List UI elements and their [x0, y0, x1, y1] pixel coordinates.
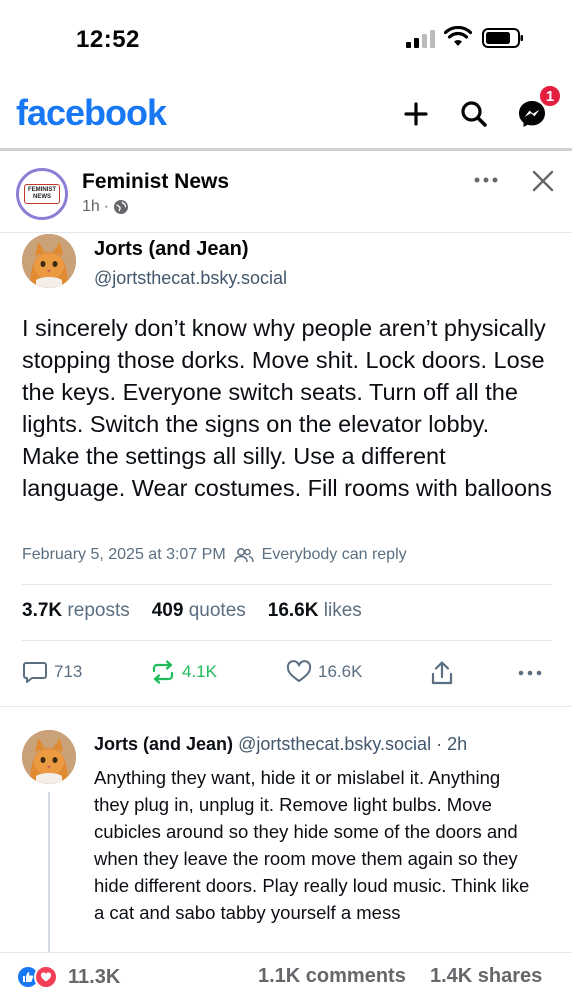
cellular-signal-icon [406, 30, 435, 48]
post-header: FEMINIST NEWS Feminist News 1h · [0, 152, 572, 230]
meta-separator: · [103, 198, 110, 215]
reactions-count: 11.3K [68, 965, 121, 988]
reaction-icons [16, 965, 62, 989]
reply-author-row: Jorts (and Jean) @jortsthecat.bsky.socia… [94, 734, 467, 755]
header-divider [0, 148, 572, 151]
facebook-logo[interactable]: facebook [16, 92, 167, 134]
cat-avatar-image [22, 234, 76, 288]
like-count: 16.6K [318, 662, 363, 681]
status-time: 12:52 [76, 26, 140, 53]
reply-author-name: Jorts (and Jean) [94, 734, 234, 754]
page-name[interactable]: Feminist News [82, 170, 229, 194]
repost-action[interactable]: 4.1K [150, 660, 217, 684]
like-action[interactable]: 16.6K [286, 660, 362, 684]
close-icon [532, 170, 554, 192]
stats-top-divider [22, 584, 552, 585]
author-name: Jorts (and Jean) [94, 238, 249, 260]
author-handle: @jortsthecat.bsky.social [94, 268, 288, 288]
cat-avatar-image [22, 730, 76, 784]
search-button[interactable] [456, 96, 492, 132]
search-icon [461, 101, 487, 127]
card-top-divider [0, 232, 572, 233]
reply-handle-time: @jortsthecat.bsky.social · 2h [238, 734, 468, 754]
close-button[interactable] [528, 166, 558, 196]
create-button[interactable] [398, 96, 434, 132]
reply-action[interactable]: 713 [22, 660, 82, 684]
reposts-label: reposts [67, 600, 130, 621]
comments-count[interactable]: 1.1K comments [258, 965, 406, 988]
reply-body: Anything they want, hide it or mislabel … [94, 767, 530, 923]
heart-icon [286, 660, 312, 682]
reply-author-avatar[interactable] [22, 730, 76, 784]
post-body: I sincerely don’t know why people aren’t… [22, 315, 552, 501]
app-header: facebook [0, 84, 572, 148]
reposts-stat: 3.7K reposts [22, 600, 130, 622]
more-icon [518, 670, 542, 676]
post-actions: 713 4.1K 16.6K [22, 660, 552, 690]
status-bar: 12:52 [0, 0, 572, 80]
battery-icon [482, 28, 523, 48]
logo-line-1: FEMINIST [28, 187, 56, 193]
post-date: February 5, 2025 at 3:07 PM [22, 546, 226, 563]
reposts-count: 3.7K [22, 600, 63, 621]
likes-count: 16.6K [267, 600, 319, 621]
repost-count: 4.1K [182, 662, 217, 681]
bluesky-post-image[interactable]: Jorts (and Jean) @jortsthecat.bsky.socia… [0, 232, 572, 952]
more-actions[interactable] [518, 670, 542, 676]
author-avatar[interactable] [22, 234, 76, 288]
reply-count: 713 [54, 662, 83, 681]
quotes-count: 409 [151, 600, 184, 621]
post-meta: 1h · [82, 198, 129, 216]
plus-icon [404, 102, 428, 126]
reply-setting: Everybody can reply [261, 546, 407, 563]
reaction-summary-bar: 11.3K 1.1K comments 1.4K shares [0, 952, 572, 1000]
wifi-icon [444, 26, 472, 46]
page-avatar[interactable]: FEMINIST NEWS [16, 168, 68, 220]
thread-line [48, 792, 50, 952]
notification-badge: 1 [538, 84, 562, 108]
shares-count[interactable]: 1.4K shares [430, 965, 542, 988]
more-options-button[interactable] [470, 168, 502, 192]
reactions-summary[interactable]: 11.3K [16, 965, 120, 989]
quotes-label: quotes [188, 600, 246, 621]
love-reaction-icon [34, 965, 58, 989]
stats-bottom-divider [22, 640, 552, 641]
logo-line-2: NEWS [33, 194, 51, 200]
more-icon [474, 177, 498, 183]
post-date-row: February 5, 2025 at 3:07 PM Everybody ca… [22, 546, 407, 564]
share-icon [431, 661, 453, 685]
reply-icon [23, 662, 47, 683]
feminist-news-logo: FEMINIST NEWS [24, 184, 60, 204]
repost-icon [152, 660, 174, 684]
share-action[interactable] [430, 660, 454, 686]
people-icon [233, 548, 254, 563]
reply-divider [0, 706, 572, 707]
globe-icon [114, 200, 129, 214]
quotes-stat: 409 quotes [152, 600, 246, 622]
post-time[interactable]: 1h [82, 198, 100, 216]
likes-stat: 16.6K likes [268, 600, 362, 622]
post-stats: 3.7K reposts 409 quotes 16.6K likes [22, 600, 362, 622]
likes-label: likes [323, 600, 362, 621]
